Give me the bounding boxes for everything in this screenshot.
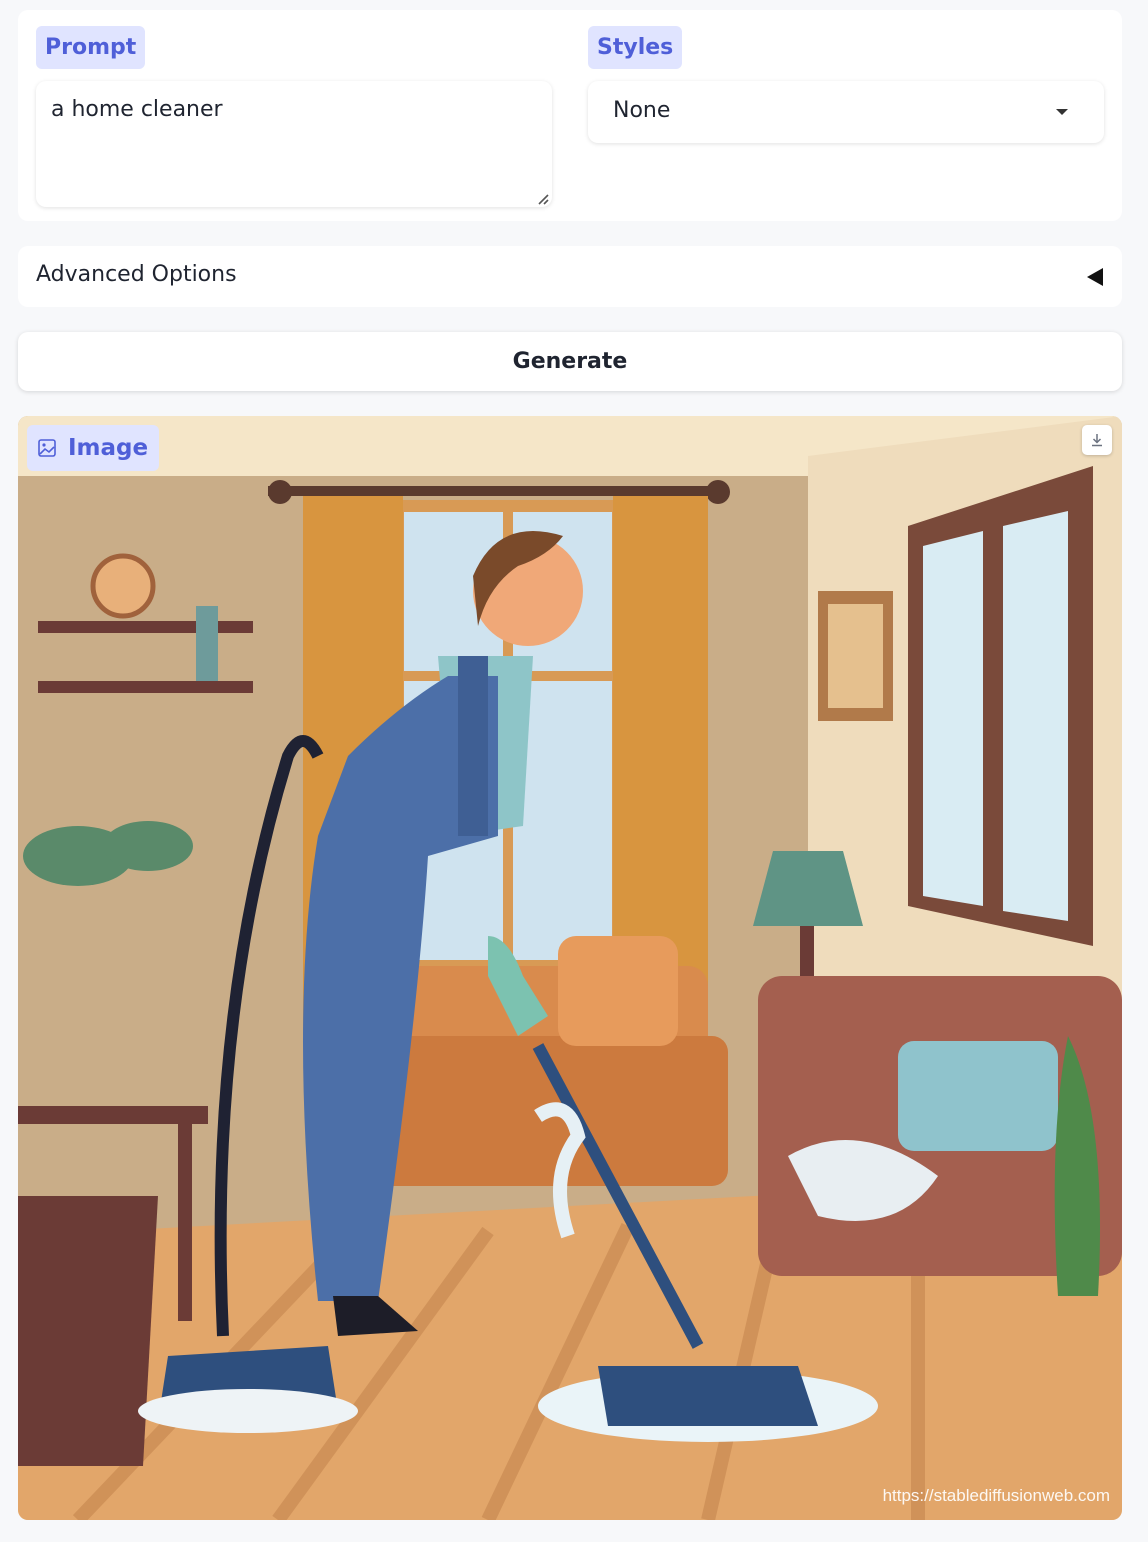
- prompt-textarea[interactable]: a home cleaner: [36, 81, 552, 207]
- image-icon: [38, 439, 56, 457]
- chevron-down-icon: [1056, 109, 1068, 115]
- output-image-panel: Image https://stablediffusionweb.com: [18, 416, 1122, 1520]
- advanced-options-accordion[interactable]: Advanced Options: [18, 246, 1122, 307]
- image-watermark: https://stablediffusionweb.com: [882, 1486, 1110, 1505]
- advanced-options-label: Advanced Options: [36, 262, 237, 287]
- image-label: Image: [27, 425, 160, 471]
- styles-select[interactable]: None: [588, 81, 1104, 143]
- expand-triangle-icon: [1087, 268, 1103, 286]
- prompt-styles-panel: Prompt Styles a home cleaner None: [18, 10, 1122, 221]
- download-icon: [1092, 434, 1102, 447]
- styles-label: Styles: [588, 26, 683, 69]
- resize-grip-icon[interactable]: [535, 191, 549, 205]
- generate-button[interactable]: Generate: [18, 332, 1122, 391]
- prompt-text: a home cleaner: [51, 97, 223, 122]
- styles-selected-value: None: [613, 98, 671, 123]
- generated-image: [18, 416, 1122, 1520]
- download-button[interactable]: [1082, 425, 1112, 455]
- image-label-text: Image: [68, 435, 149, 461]
- prompt-label: Prompt: [36, 26, 146, 69]
